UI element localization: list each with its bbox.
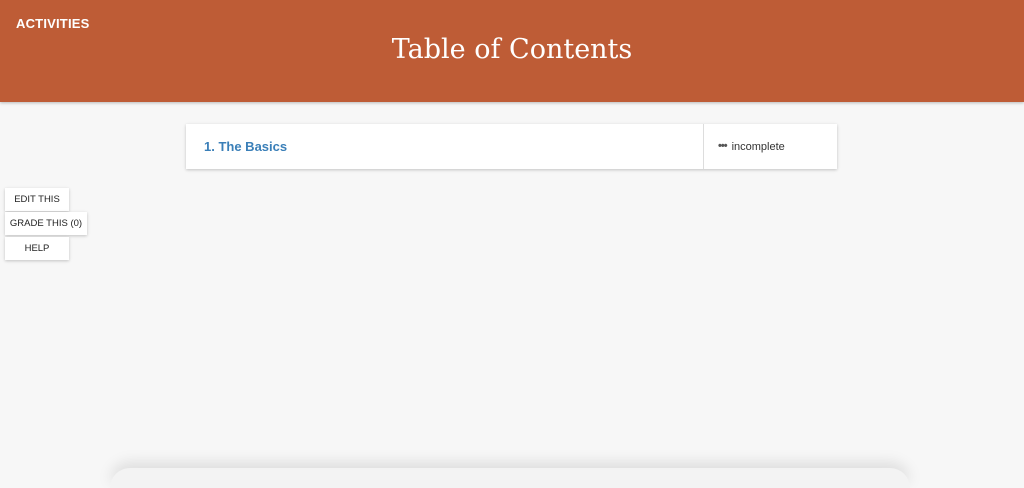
activities-link[interactable]: ACTIVITIES (16, 16, 90, 31)
help-button[interactable]: HELP (5, 237, 69, 260)
edit-this-button[interactable]: EDIT THIS (5, 188, 69, 211)
status-cell: ••• incomplete (703, 124, 837, 169)
app-header: ACTIVITIES Table of Contents (0, 0, 1024, 102)
status-label: incomplete (731, 140, 785, 153)
grade-this-button[interactable]: GRADE THIS (0) (5, 212, 87, 235)
dots-icon: ••• (718, 139, 728, 152)
bottom-panel-edge (110, 468, 910, 488)
toc-item: 1. The Basics ••• incomplete (186, 124, 837, 169)
page-title: Table of Contents (391, 34, 633, 65)
chapter-link[interactable]: 1. The Basics (186, 124, 703, 169)
